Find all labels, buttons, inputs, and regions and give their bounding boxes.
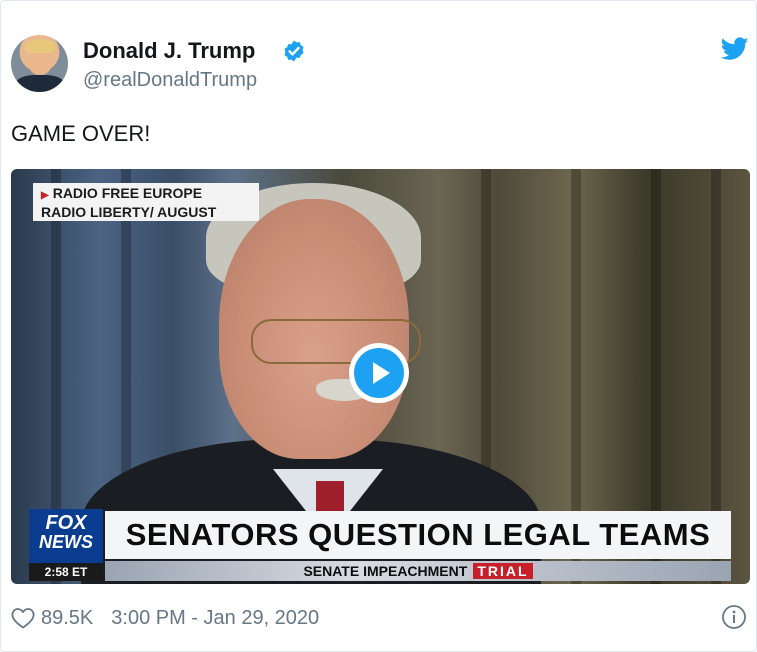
tweet-timestamp[interactable]: 3:00 PM - Jan 29, 2020 [111,607,319,630]
tweet-text: GAME OVER! [11,121,151,146]
video-source-credit: ▶ RADIO FREE EUROPE RADIO LIBERTY/ AUGUST [33,183,259,221]
author-name[interactable]: Donald J. Trump [83,38,255,64]
chyron-subheadline: SENATE IMPEACHMENT TRIAL [105,561,731,581]
video-player[interactable]: ▶ RADIO FREE EUROPE RADIO LIBERTY/ AUGUST… [11,169,750,584]
source-line-2: RADIO LIBERTY/ AUGUST [41,204,217,220]
chyron-headline: SENATORS QUESTION LEGAL TEAMS [105,511,731,559]
play-button[interactable] [349,343,409,403]
broadcast-clock: 2:58 ET [29,563,103,581]
news-chyron: FOX NEWS 2:58 ET SENATORS QUESTION LEGAL… [29,509,731,581]
subheadline-text: SENATE IMPEACHMENT [303,563,468,579]
heart-icon[interactable] [11,607,35,629]
avatar-hair [25,39,55,53]
logo-top-text: FOX [45,512,87,534]
twitter-bird-icon[interactable] [721,37,749,61]
subheadline-tag: TRIAL [473,563,533,579]
author-avatar[interactable] [11,35,68,92]
author-handle[interactable]: @realDonaldTrump [83,69,257,92]
verified-badge-icon [284,40,304,62]
tweet-footer: 89.5K 3:00 PM - Jan 29, 2020 [11,604,319,632]
fox-news-logo: FOX NEWS 2:58 ET [29,509,103,581]
credit-arrow-icon: ▶ [41,190,49,201]
tweet-card: Donald J. Trump @realDonaldTrump GAME OV… [0,0,757,652]
logo-bottom-text: NEWS [39,532,93,552]
source-line-1: RADIO FREE EUROPE [52,185,203,201]
info-icon[interactable] [721,604,747,630]
like-count[interactable]: 89.5K [41,607,93,630]
play-icon [354,348,404,398]
avatar-suit [16,75,64,92]
